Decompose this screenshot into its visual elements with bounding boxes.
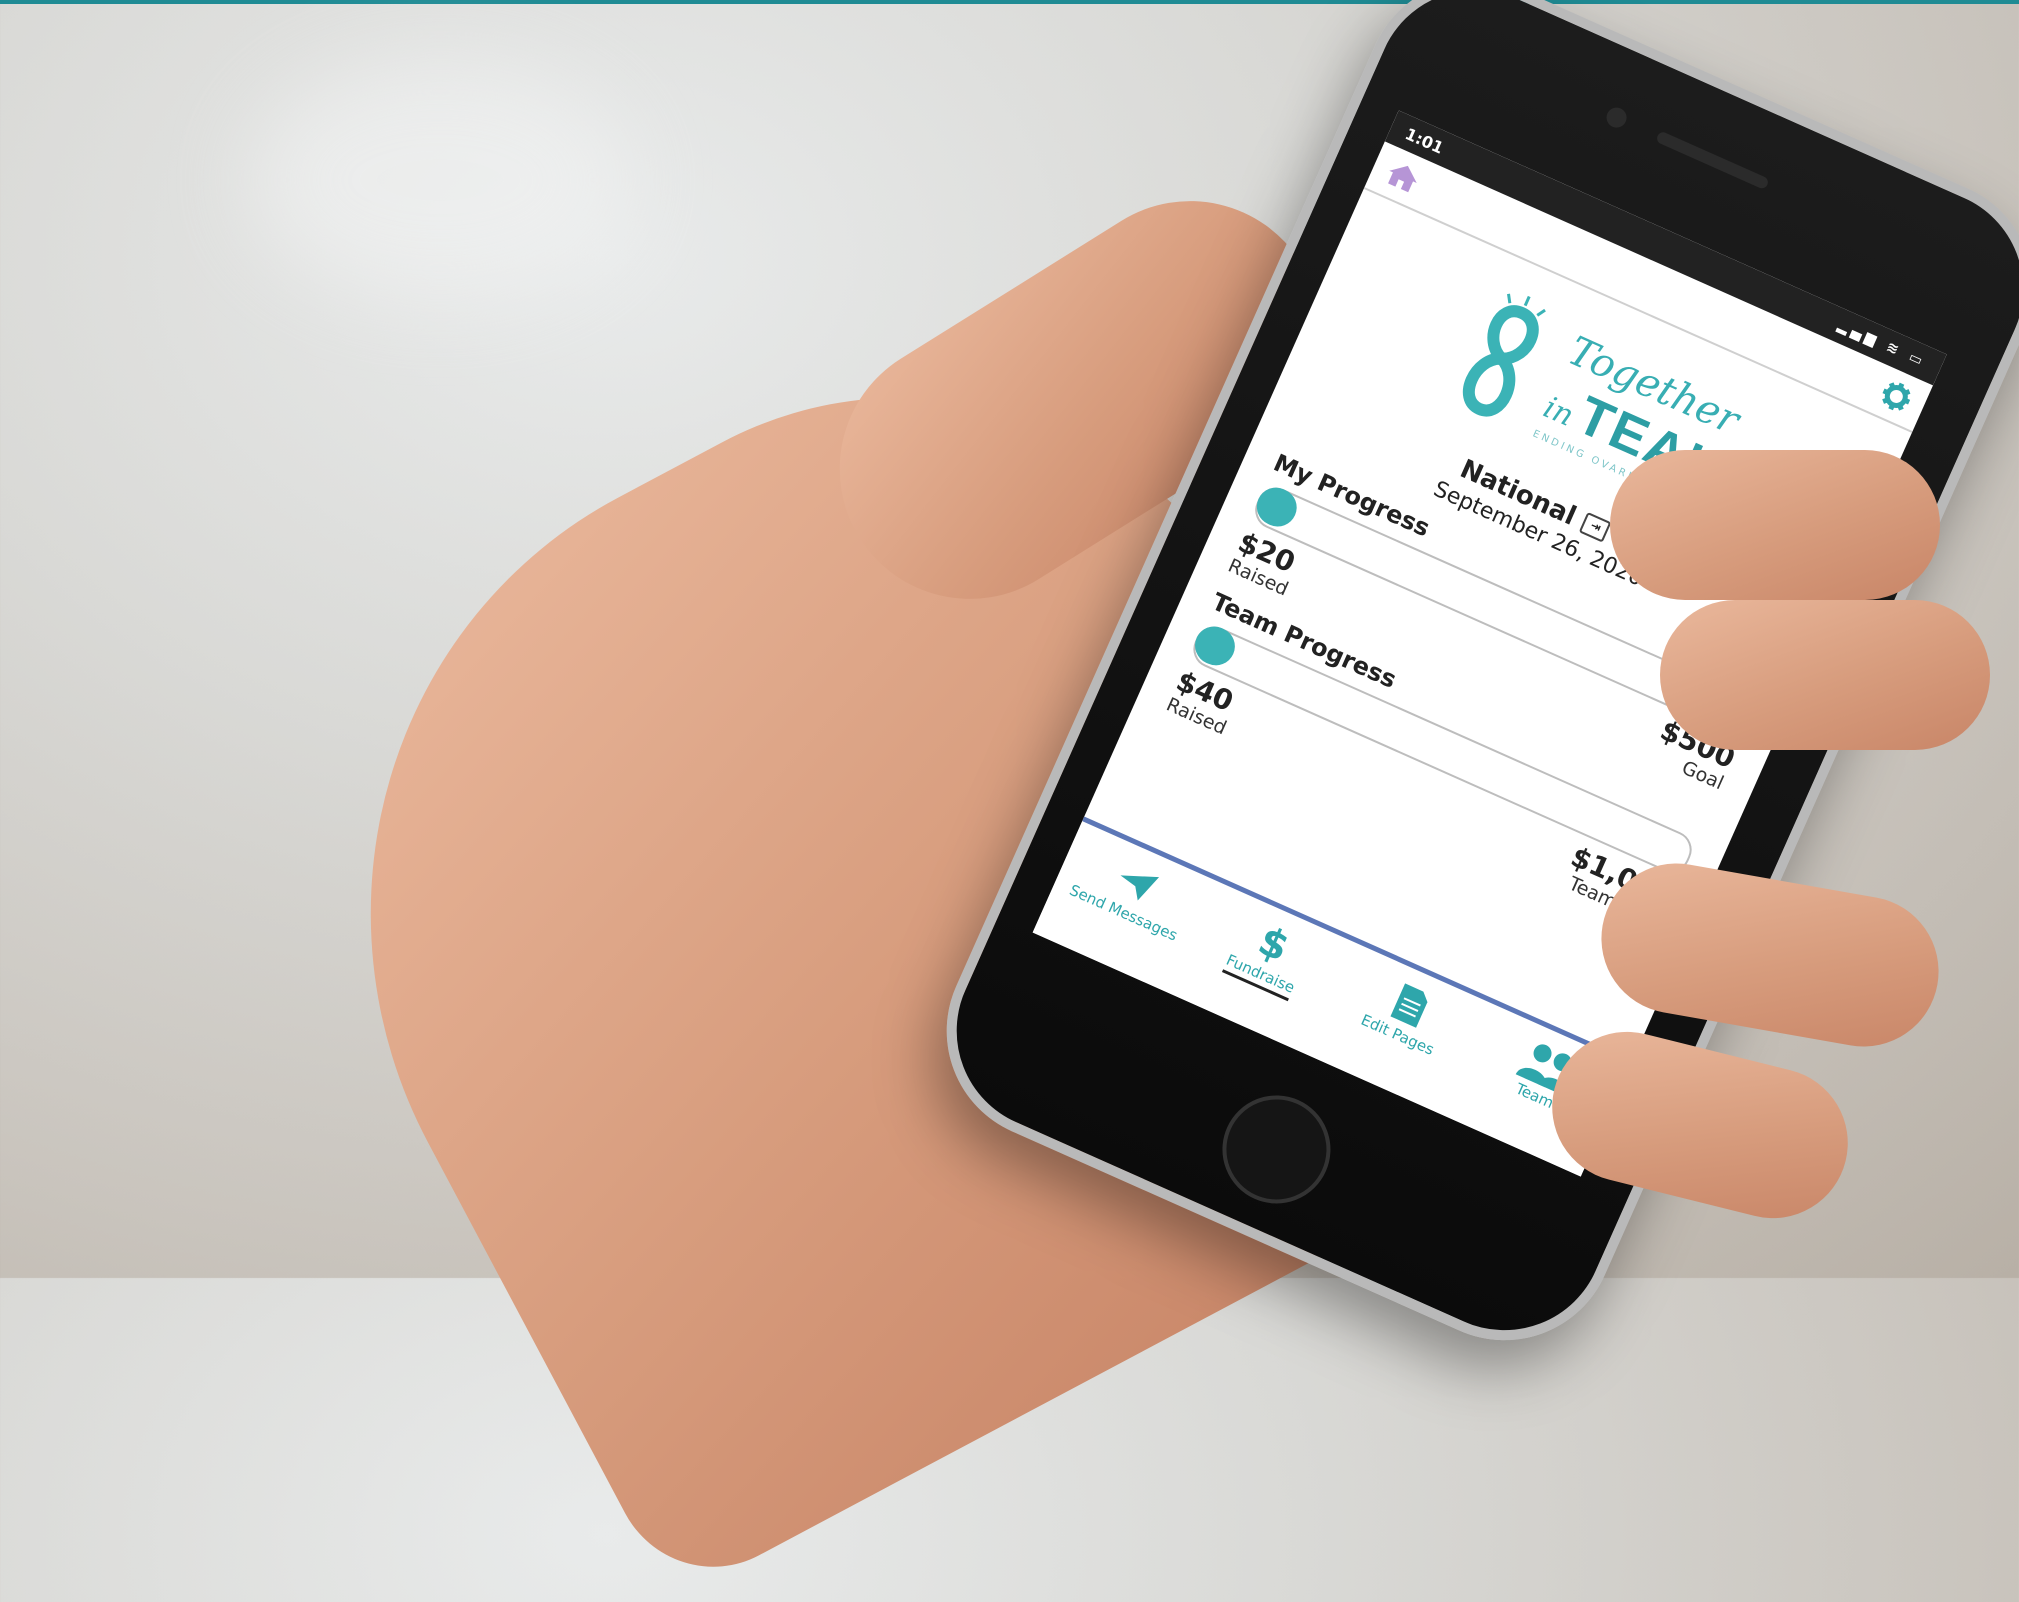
my-progress-fill	[1250, 481, 1303, 533]
earpiece-speaker	[1655, 130, 1770, 191]
nav-send-messages[interactable]: Send Messages	[1065, 838, 1201, 945]
nav-edit-pages[interactable]: Edit Pages	[1339, 960, 1475, 1067]
home-icon[interactable]	[1382, 157, 1424, 196]
front-camera	[1603, 104, 1630, 131]
hand-finger	[1610, 450, 1940, 600]
background-blur	[250, 60, 630, 300]
top-accent-bar	[0, 0, 2019, 4]
gear-icon[interactable]	[1877, 377, 1917, 417]
switch-event-icon[interactable]: ⇥	[1579, 512, 1612, 543]
team-progress-fill	[1188, 620, 1241, 672]
hand-finger	[1660, 600, 1990, 750]
nav-fundraise[interactable]: $ Fundraise	[1200, 899, 1338, 1011]
phone-home-button[interactable]	[1205, 1078, 1348, 1221]
